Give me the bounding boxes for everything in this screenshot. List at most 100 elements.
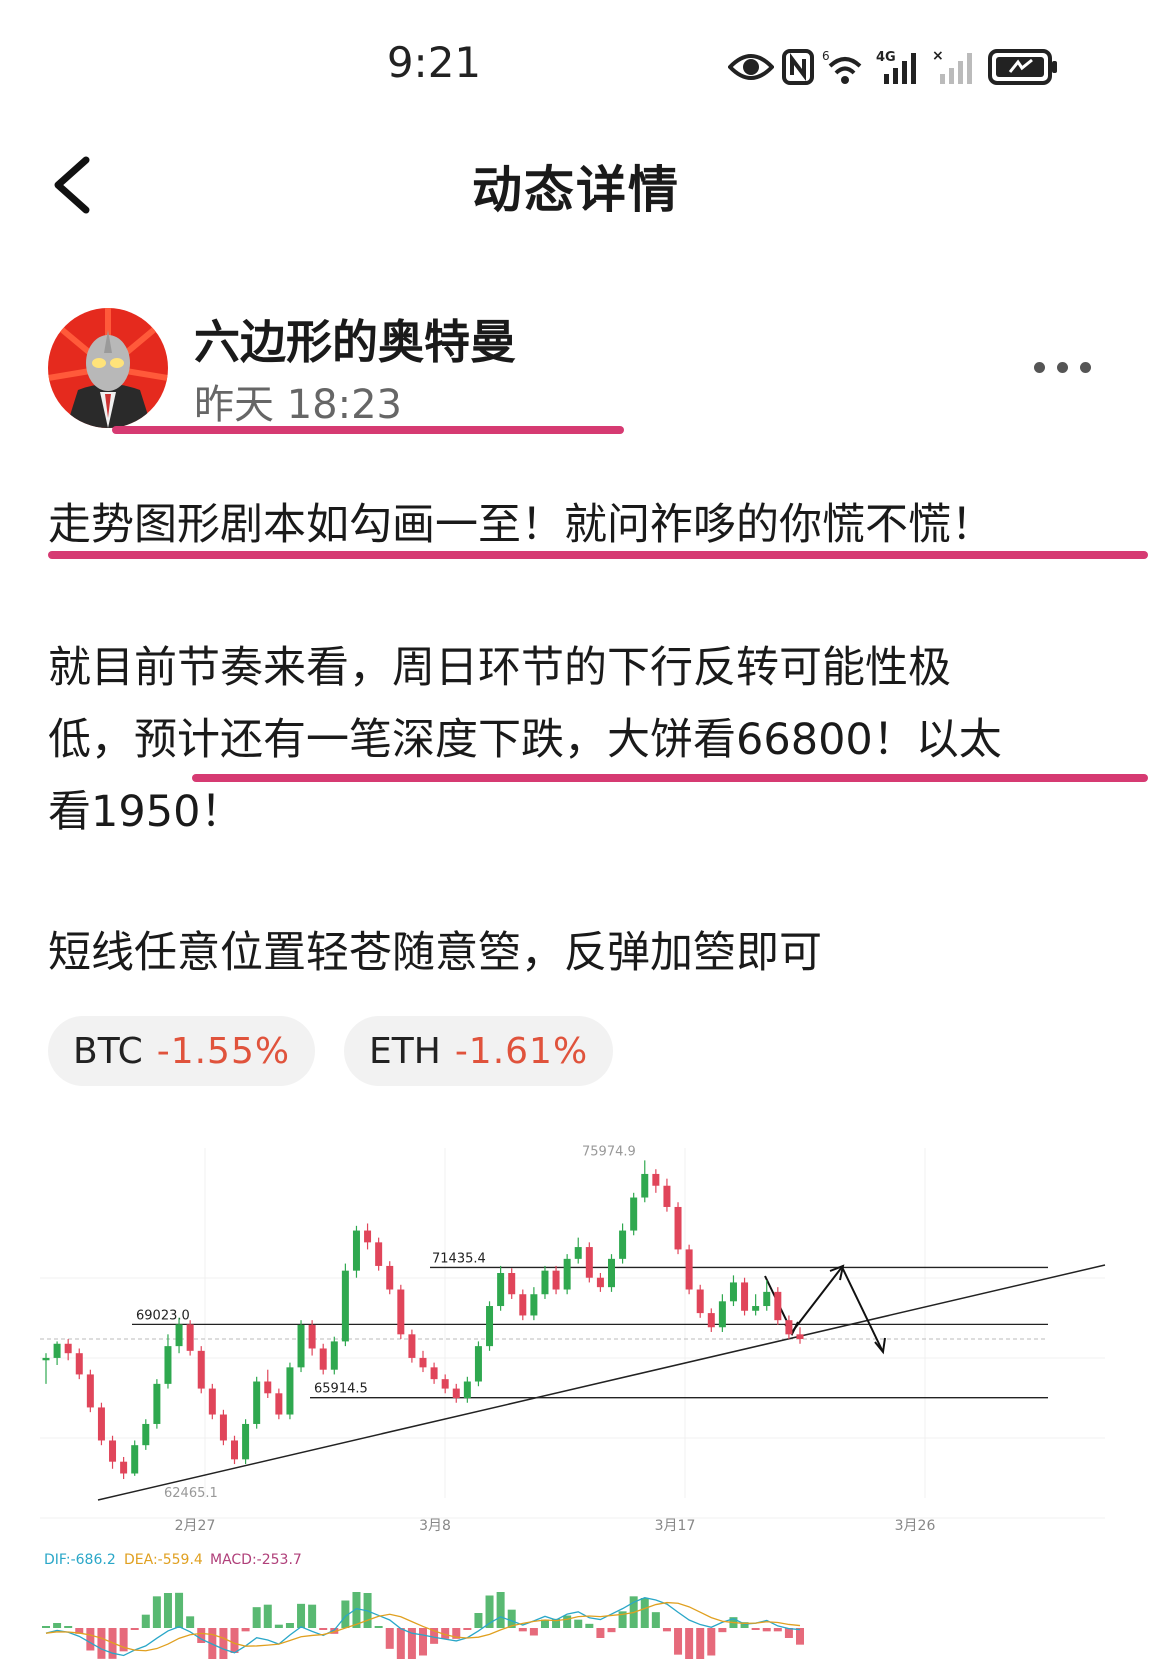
candle-body <box>42 1357 50 1361</box>
candle-body <box>397 1289 405 1335</box>
candle-body <box>752 1306 760 1311</box>
svg-text:6: 6 <box>822 49 830 63</box>
macd-bar <box>263 1604 272 1628</box>
coin-change: -1.61% <box>454 1030 589 1072</box>
post-text-line: 看1950！ <box>48 787 244 837</box>
battery-icon <box>988 49 1057 85</box>
candle-body <box>164 1346 172 1384</box>
candle-body <box>319 1348 327 1370</box>
candle-body <box>208 1388 216 1415</box>
candle-body <box>53 1343 61 1358</box>
candle-body <box>308 1324 316 1349</box>
candle-body <box>585 1247 593 1278</box>
candle-body <box>186 1324 194 1351</box>
status-icons: 6 4G × <box>728 44 1058 90</box>
candle-body <box>796 1334 804 1340</box>
coin-tag-eth[interactable]: ETH -1.61% <box>344 1016 614 1086</box>
candle-body <box>530 1294 538 1316</box>
projection-arrow <box>764 1265 883 1351</box>
macd-bar <box>596 1628 605 1638</box>
candle-body <box>763 1291 771 1307</box>
macd-bar <box>773 1628 782 1632</box>
candle-body <box>75 1353 83 1375</box>
macd-histogram <box>42 1592 804 1659</box>
more-options-button[interactable] <box>1034 352 1114 382</box>
x-axis-label: 3月17 <box>655 1518 696 1534</box>
macd-bar <box>230 1628 239 1653</box>
macd-bar <box>674 1628 683 1655</box>
macd-bar <box>297 1603 306 1628</box>
x-axis-label: 3月8 <box>419 1518 451 1534</box>
post-headline: 走势图形剧本如勾画一至！就问祚哆的你慌不慌！ <box>48 500 994 550</box>
candle-body <box>574 1247 582 1259</box>
macd-bar <box>53 1623 62 1628</box>
price-label: 71435.4 <box>432 1251 486 1266</box>
macd-bar <box>518 1628 527 1632</box>
macd-bar <box>662 1628 671 1632</box>
coin-tag-btc[interactable]: BTC -1.55% <box>48 1016 316 1086</box>
macd-bar <box>640 1598 649 1628</box>
macd-value-label: MACD:-253.7 <box>210 1552 302 1568</box>
candle-body <box>474 1346 482 1382</box>
macd-bar <box>574 1619 583 1628</box>
candle-body <box>120 1461 128 1474</box>
candle-body <box>674 1206 682 1250</box>
macd-bar <box>496 1592 505 1628</box>
candle-body <box>486 1306 494 1347</box>
avatar[interactable] <box>48 308 168 428</box>
macd-bar <box>419 1628 427 1656</box>
signal-icon: × <box>932 48 972 84</box>
macd-bar <box>762 1628 771 1632</box>
macd-bar <box>319 1628 328 1630</box>
wifi-icon: 6 <box>822 49 862 84</box>
candle-body <box>197 1350 205 1389</box>
macd-bar <box>707 1628 716 1656</box>
post-text-line: 低，预计还有一笔深度下跌，大饼看66800！以太 <box>48 715 1002 765</box>
macd-dea-label: DEA:-559.4 <box>124 1552 203 1568</box>
candle-body <box>364 1230 372 1243</box>
macd-bar <box>385 1628 394 1649</box>
macd-bar <box>308 1604 317 1628</box>
macd-bar <box>86 1628 95 1651</box>
candle-body <box>452 1388 460 1399</box>
macd-bar <box>97 1628 106 1659</box>
candle-body <box>741 1282 749 1311</box>
candle-body <box>774 1291 782 1321</box>
x-axis-label: 3月26 <box>895 1518 936 1534</box>
candle-body <box>596 1277 604 1288</box>
macd-bar <box>130 1628 139 1630</box>
candle-body <box>441 1379 449 1389</box>
macd-bar <box>274 1624 283 1628</box>
macd-bar <box>685 1628 694 1659</box>
price-label: 62465.1 <box>164 1486 218 1501</box>
macd-bar <box>585 1623 594 1628</box>
candle-body <box>297 1324 305 1368</box>
highlight-underline <box>48 551 1148 559</box>
candle-body <box>497 1273 505 1307</box>
candle-body <box>86 1374 94 1408</box>
candle-body <box>352 1230 360 1271</box>
candle-body <box>286 1367 294 1415</box>
svg-text:4G: 4G <box>876 50 896 65</box>
candle-body <box>729 1282 737 1302</box>
post-text-line: 就目前节奏来看，周日环节的下行反转可能性极 <box>48 643 951 693</box>
nfc-icon <box>782 49 814 85</box>
macd-bar <box>651 1612 660 1628</box>
price-label: 75974.9 <box>582 1144 636 1159</box>
candle-body <box>242 1423 250 1460</box>
candle-body <box>619 1230 627 1259</box>
macd-bar <box>751 1628 760 1630</box>
highlight-underline <box>192 774 1148 782</box>
drawn-annotations <box>97 1264 1106 1501</box>
candle-body <box>608 1258 615 1288</box>
author-name[interactable]: 六边形的奥特曼 <box>194 306 516 372</box>
post-text-line: 短线任意位置轻苍随意箜，反弹加箜即可 <box>48 928 822 978</box>
candle-body <box>375 1242 383 1266</box>
price-chart[interactable]: 75974.9 71435.4 69023.0 65914.5 62465.1 2月27… <box>40 1138 1115 1659</box>
eye-icon <box>728 54 774 80</box>
candle-body <box>142 1423 150 1446</box>
macd-bar <box>64 1626 73 1628</box>
candle-body <box>552 1270 560 1290</box>
candle-body <box>330 1341 338 1370</box>
coin-symbol: BTC <box>73 1030 143 1072</box>
